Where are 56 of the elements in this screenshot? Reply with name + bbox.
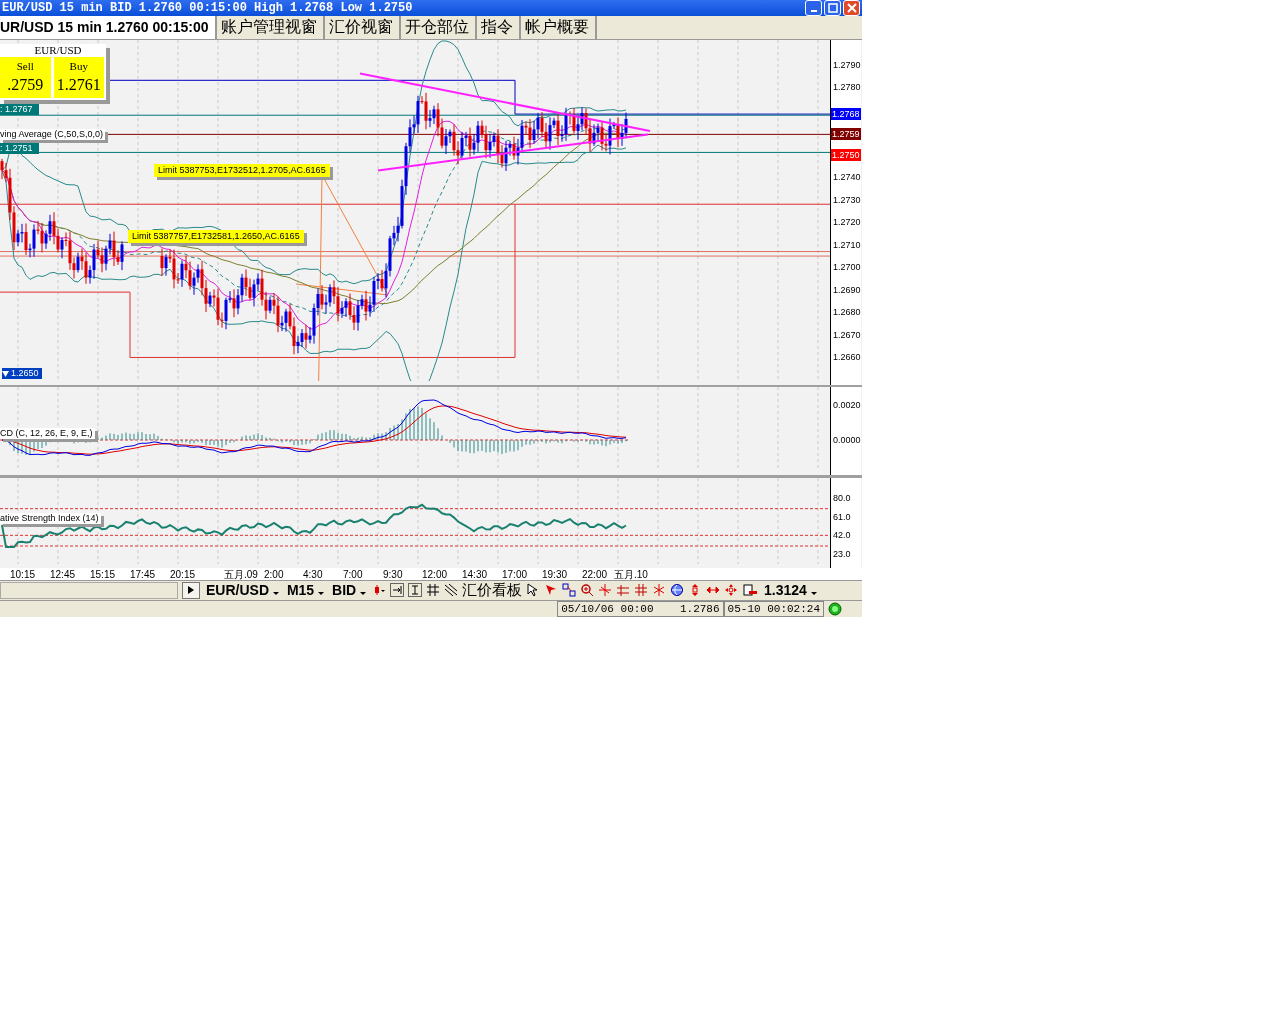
order-label: Limit 5387753,E1732512,1.2705,AC.6165	[154, 164, 330, 177]
axis-tick-label: 1.2690	[831, 284, 861, 295]
axis-tick-label: 1.2710	[831, 239, 861, 250]
time-label: 17:45	[130, 568, 156, 581]
time-label: 19:30	[542, 568, 568, 581]
axis-tick-label: 0.0020	[831, 400, 861, 411]
price-flag: 1.2768	[831, 108, 861, 121]
time-label: 14:30	[462, 568, 488, 581]
window-title: EUR/USD 15 min BID 1.2760 00:15:00 High 1.2768 Low 1.2750	[2, 1, 414, 15]
axis-tick-label: 1.2660	[831, 352, 861, 363]
time-label: 7:00	[343, 568, 363, 581]
time-label: 10:15	[10, 568, 36, 581]
stop-marker: 1.2650	[2, 368, 42, 379]
time-label: 22:00	[582, 568, 608, 581]
symbol-label: EUR/USD	[33, 44, 83, 56]
quote-board-label[interactable]: 汇价看板	[462, 581, 523, 600]
value-dropdown[interactable]: 1.3124	[762, 582, 819, 599]
axis-tick-label: 23.0	[831, 548, 851, 559]
price-flag: 1.2759	[831, 128, 861, 141]
axis-tick-label: 1.2680	[831, 307, 861, 318]
time-label: 20:15	[170, 568, 196, 581]
buy-button[interactable]: Buy 1.2761	[53, 57, 104, 98]
indicator-label: ative Strength Index (14)	[0, 512, 101, 524]
price-flag: 1.2750	[831, 148, 861, 161]
axis-tick-label: 1.2730	[831, 194, 861, 205]
time-label: 9:30	[383, 568, 403, 581]
sell-button[interactable]: Sell .2759	[0, 57, 51, 98]
time-label: 五月.09	[224, 568, 258, 581]
axis-tick-label: 1.2740	[831, 172, 861, 183]
axis-tick-label: 42.0	[831, 529, 851, 540]
price-type-dropdown[interactable]: BID	[330, 582, 369, 599]
indicator-label: ving Average (C,50,S,0,0)	[0, 129, 105, 140]
axis-tick-label: 0.0000	[831, 435, 861, 446]
time-label: 12:00	[422, 568, 448, 581]
time-label: 17:00	[502, 568, 528, 581]
order-label: Limit 5387757,E1732581,1.2650,AC.6165	[128, 230, 304, 243]
time-label: 4:30	[303, 568, 323, 581]
timeframe-dropdown[interactable]: M15	[284, 582, 327, 599]
symbol-dropdown[interactable]: EUR/USD	[204, 582, 281, 599]
line-tag: : 1.2767	[0, 104, 39, 115]
axis-tick-label: 1.2790	[831, 59, 861, 70]
status-clock: 05-10 00:02:24	[723, 601, 824, 617]
axis-tick-label: 1.2700	[831, 262, 861, 273]
status-datetime: 05/10/06 00:00 1.2786	[557, 601, 724, 617]
time-label: 五月.10	[614, 568, 648, 581]
time-label: 15:15	[90, 568, 116, 581]
axis-tick-label: 1.2720	[831, 217, 861, 228]
time-label: 12:45	[50, 568, 76, 581]
axis-tick-label: 61.0	[831, 511, 851, 522]
time-label: 2:00	[264, 568, 284, 581]
axis-tick-label: 80.0	[831, 492, 851, 503]
indicator-label: CD (C, 12, 26, E, 9, E,)	[0, 428, 95, 440]
tab[interactable]: UR/USD 15 min 1.2760 00:15:00	[0, 16, 217, 39]
line-tag: : 1.2751	[0, 143, 39, 154]
axis-tick-label: 1.2670	[831, 329, 861, 340]
axis-tick-label: 1.2780	[831, 82, 861, 93]
